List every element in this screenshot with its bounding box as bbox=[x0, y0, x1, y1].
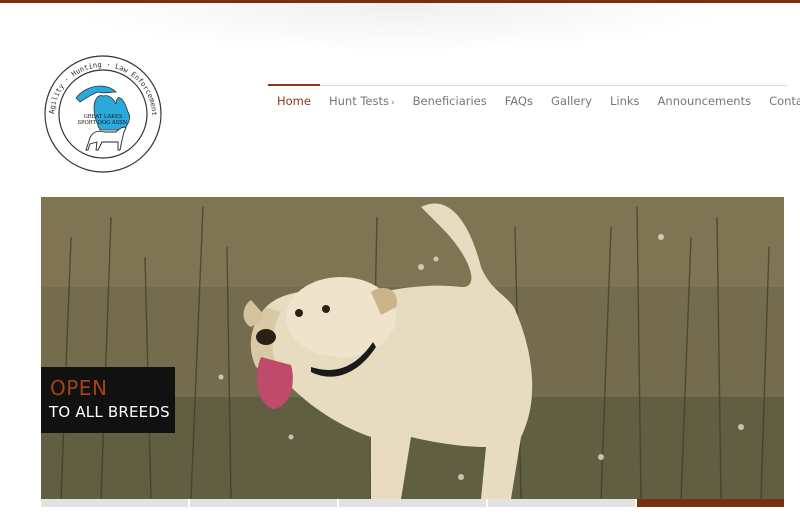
slide-tab-1[interactable] bbox=[41, 499, 188, 507]
hero-caption: OPEN TO ALL BREEDS bbox=[41, 367, 175, 433]
nav-item-announcements[interactable]: Announcements bbox=[649, 85, 761, 111]
chevron-right-icon: › bbox=[391, 98, 395, 108]
site-logo[interactable]: Agility · Hunting · Law Enforcement · Ob… bbox=[40, 54, 166, 174]
slide-tab-2[interactable] bbox=[190, 499, 337, 507]
nav-item-beneficiaries[interactable]: Beneficiaries bbox=[404, 85, 496, 111]
nav-beneficiaries-label: Beneficiaries bbox=[412, 94, 487, 108]
nav-item-faqs[interactable]: FAQs bbox=[496, 85, 542, 111]
hero-photo bbox=[41, 197, 784, 499]
caption-subtitle: TO ALL BREEDS bbox=[49, 403, 170, 421]
nav-gallery-label: Gallery bbox=[551, 94, 592, 108]
logo-emblem: Agility · Hunting · Law Enforcement · Ob… bbox=[40, 54, 162, 173]
nav-home-label: Home bbox=[277, 94, 311, 108]
logo-org-line2: SPORT DOG ASSN. bbox=[77, 120, 128, 126]
slider-pagination bbox=[41, 499, 784, 507]
caption-title: OPEN bbox=[50, 376, 108, 400]
nav-announcements-label: Announcements bbox=[657, 94, 752, 108]
nav-item-hunt-tests[interactable]: Hunt Tests › bbox=[320, 85, 404, 111]
slide-tab-3[interactable] bbox=[339, 499, 486, 507]
nav-item-links[interactable]: Links bbox=[601, 85, 649, 111]
nav-hunt-tests-label: Hunt Tests bbox=[328, 94, 389, 108]
nav-item-contact[interactable]: Contact bbox=[760, 85, 800, 111]
hero-slide-image[interactable] bbox=[41, 197, 784, 499]
slide-tab-4[interactable] bbox=[488, 499, 635, 507]
nav-item-home[interactable]: Home bbox=[268, 84, 320, 111]
main-navigation: Home Hunt Tests › Beneficiaries FAQs Gall… bbox=[268, 84, 800, 111]
nav-links-label: Links bbox=[610, 94, 640, 108]
slide-tab-5[interactable] bbox=[637, 499, 784, 507]
nav-faqs-label: FAQs bbox=[504, 94, 534, 108]
nav-contact-label: Contact bbox=[769, 94, 800, 108]
nav-item-gallery[interactable]: Gallery bbox=[542, 85, 601, 111]
